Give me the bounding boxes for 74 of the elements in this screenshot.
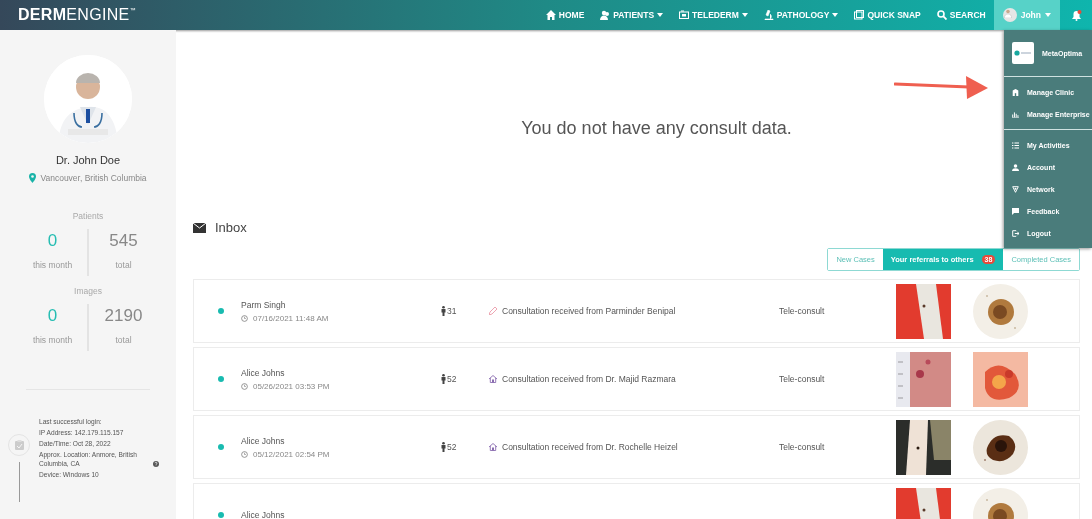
screen-icon bbox=[679, 10, 690, 20]
microscope-icon bbox=[763, 10, 774, 20]
inbox-row[interactable]: Alice Johns bbox=[193, 483, 1080, 519]
consult-type: Tele-consult bbox=[779, 306, 826, 316]
help-icon bbox=[153, 461, 159, 467]
home-icon bbox=[545, 10, 556, 20]
stat-section-title: Images bbox=[74, 286, 102, 296]
search-icon bbox=[936, 10, 947, 20]
stat-label: total bbox=[115, 335, 132, 345]
consultation-text: Consultation received from Dr. Majid Razmara bbox=[502, 374, 676, 384]
bar-chart-icon bbox=[1012, 110, 1019, 118]
consultation-text: Consultation received from Dr. Rochelle Heizel bbox=[502, 442, 678, 452]
stat-label: this month bbox=[32, 260, 73, 270]
house-icon bbox=[489, 375, 497, 383]
derm-engine-logo: DERMENGINE$^{™}$ bbox=[18, 6, 136, 24]
status-dot bbox=[218, 512, 224, 518]
caret-icon bbox=[1045, 13, 1051, 17]
person-icon bbox=[441, 306, 446, 316]
patient-age: 52 bbox=[447, 374, 457, 384]
chat-icon bbox=[1012, 207, 1019, 215]
nav-link[interactable]: PATHOLOGY bbox=[755, 0, 847, 30]
inbox-title: Inbox bbox=[215, 220, 247, 235]
nav-link[interactable]: QUICK SNAP bbox=[846, 0, 929, 30]
building-icon bbox=[1012, 88, 1019, 96]
stat-value: 0 bbox=[47, 231, 58, 251]
person-icon bbox=[441, 442, 446, 452]
status-dot bbox=[218, 444, 224, 450]
timestamp: 05/12/2021 02:54 PM bbox=[253, 449, 330, 459]
clock-icon bbox=[241, 382, 248, 390]
patient-name: Alice Johns bbox=[241, 367, 286, 378]
consultation-text: Consultation received from Parminder Benipal bbox=[502, 306, 676, 316]
stat-label: this month bbox=[32, 335, 73, 345]
nav-link[interactable]: PATIENTS bbox=[592, 0, 672, 30]
stat-label: total bbox=[115, 260, 132, 270]
stat-value: 0 bbox=[47, 306, 58, 326]
clipboard-icon bbox=[14, 440, 24, 450]
location-label: Vancouver, British Columbia bbox=[40, 173, 147, 183]
stat-section-title: Patients bbox=[72, 211, 104, 221]
timestamp: 07/16/2021 11:48 AM bbox=[253, 313, 329, 323]
avatar-icon bbox=[1002, 8, 1017, 22]
status-dot bbox=[218, 308, 224, 314]
person-icon bbox=[441, 374, 446, 384]
patient-name: Alice Johns bbox=[241, 510, 286, 519]
consult-type: Tele-consult bbox=[779, 374, 826, 384]
photos-icon bbox=[854, 10, 865, 20]
patient-age: 31 bbox=[447, 306, 457, 316]
clock-icon bbox=[241, 314, 248, 322]
consult-type: Tele-consult bbox=[779, 442, 826, 452]
clock-icon bbox=[241, 450, 248, 458]
doctor-name: Dr. John Doe bbox=[55, 154, 121, 166]
location-pin-icon bbox=[29, 173, 37, 183]
envelope-icon bbox=[193, 222, 206, 233]
list-icon bbox=[1012, 141, 1019, 149]
inbox-row[interactable]: Parm Singh 07/16/2021 11:48 AM 31 Consultation received from Parminder Benipal Tele-consult bbox=[193, 279, 1080, 343]
inbox-row[interactable]: Alice Johns 05/12/2021 02:54 PM 52 Consultation received from Dr. Rochelle Heizel Tele-consult bbox=[193, 415, 1080, 479]
nav-link[interactable]: HOME bbox=[537, 0, 593, 30]
patient-name: Parm Singh bbox=[241, 299, 287, 310]
logout-icon bbox=[1012, 229, 1019, 237]
patient-age: 52 bbox=[447, 442, 457, 452]
status-dot bbox=[218, 376, 224, 382]
timestamp: 05/26/2021 03:53 PM bbox=[253, 381, 330, 391]
patient-name: Alice Johns bbox=[241, 435, 286, 446]
stat-value: 2190 bbox=[104, 306, 143, 326]
house-icon bbox=[489, 443, 497, 451]
organization-logo bbox=[1012, 42, 1034, 64]
nav-link[interactable]: SEARCH bbox=[928, 0, 994, 30]
empty-state-message: You do not have any consult data. bbox=[520, 118, 793, 139]
inbox-row[interactable]: Alice Johns 05/26/2021 03:53 PM 52 Consultation received from Dr. Majid Razmara Tele-consult bbox=[193, 347, 1080, 411]
people-icon bbox=[600, 10, 611, 20]
network-icon bbox=[1012, 185, 1019, 193]
pencil-icon bbox=[489, 307, 497, 315]
nav-link[interactable]: TELEDERM bbox=[671, 0, 756, 30]
stat-value: 545 bbox=[109, 231, 138, 251]
user-icon bbox=[1012, 163, 1019, 171]
